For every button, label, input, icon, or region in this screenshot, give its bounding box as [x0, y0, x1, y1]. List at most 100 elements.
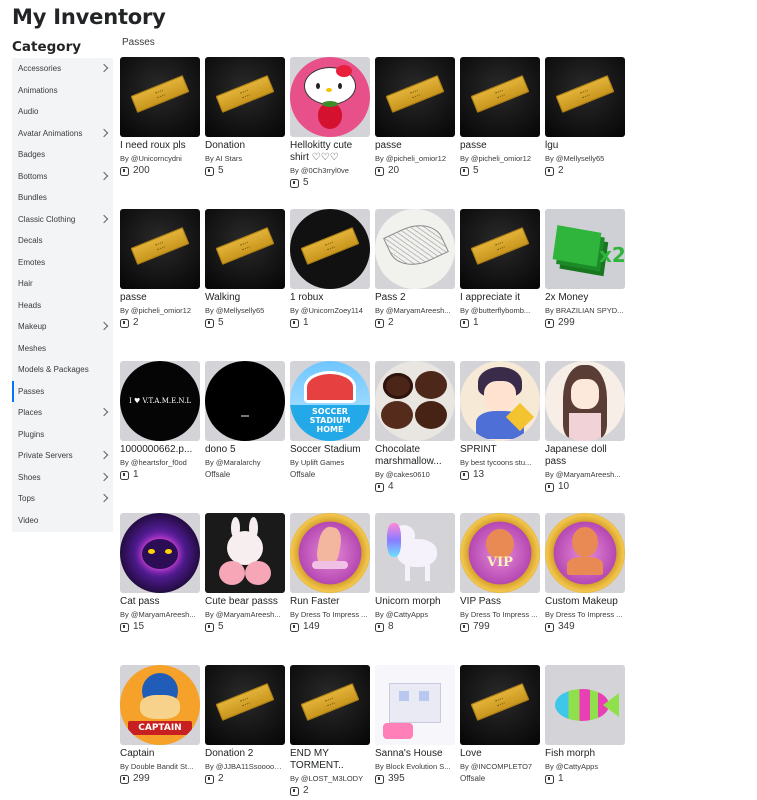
item-thumbnail[interactable]: [460, 665, 540, 745]
creator-name[interactable]: Dress To Impress ...: [471, 610, 538, 619]
creator-name[interactable]: Dress To Impress ...: [301, 610, 368, 619]
item-thumbnail[interactable]: [290, 209, 370, 289]
item-name[interactable]: Donation: [205, 140, 285, 152]
item-card[interactable]: passe By @picheli_omior12 2: [120, 209, 200, 361]
creator-name[interactable]: @MaryamAreesh...: [386, 306, 451, 315]
item-creator[interactable]: By @UnicornZoey114: [290, 305, 370, 316]
creator-name[interactable]: @picheli_omior12: [386, 154, 446, 163]
item-creator[interactable]: By Dress To Impress ...: [545, 609, 625, 620]
item-creator[interactable]: By @CattyApps: [375, 609, 455, 620]
item-card[interactable]: x2 2x Money By BRAZILIAN SPYD... 299: [545, 209, 625, 361]
creator-name[interactable]: Uplift Games: [301, 458, 344, 467]
creator-name[interactable]: @CattyApps: [386, 610, 428, 619]
sidebar-item-meshes[interactable]: Meshes: [12, 338, 113, 360]
sidebar-item-hair[interactable]: Hair: [12, 273, 113, 295]
item-card[interactable]: Cat pass By @MaryamAreesh... 15: [120, 513, 200, 665]
item-card[interactable]: Sanna's House By Block Evolution S... 395: [375, 665, 455, 800]
item-creator[interactable]: By @Mellyselly65: [545, 153, 625, 164]
item-card[interactable]: passe By @picheli_omior12 20: [375, 57, 455, 209]
item-name[interactable]: passe: [120, 292, 200, 304]
item-creator[interactable]: By AI Stars: [205, 153, 285, 164]
creator-name[interactable]: AI Stars: [215, 154, 242, 163]
creator-name[interactable]: @CattyApps: [556, 762, 598, 771]
item-creator[interactable]: By Dress To Impress ...: [460, 609, 540, 620]
item-thumbnail[interactable]: [375, 665, 455, 745]
item-name[interactable]: SPRINT: [460, 444, 540, 456]
sidebar-item-private-servers[interactable]: Private Servers: [12, 445, 113, 467]
item-name[interactable]: Run Faster: [290, 596, 370, 608]
item-thumbnail[interactable]: [205, 57, 285, 137]
item-card[interactable]: VIP VIP Pass By Dress To Impress ... 799: [460, 513, 540, 665]
item-creator[interactable]: By @cakes0610: [375, 469, 455, 480]
item-name[interactable]: VIP Pass: [460, 596, 540, 608]
item-creator[interactable]: By @MaryamAreesh...: [205, 609, 285, 620]
item-thumbnail[interactable]: [375, 513, 455, 593]
item-name[interactable]: Cute bear passs: [205, 596, 285, 608]
item-card[interactable]: I ♥ V.T.A.M.E.N.L 1000000662.p... By @hear…: [120, 361, 200, 513]
item-name[interactable]: Captain: [120, 748, 200, 760]
sidebar-item-makeup[interactable]: Makeup: [12, 316, 113, 338]
item-name[interactable]: Fish morph: [545, 748, 625, 760]
item-creator[interactable]: By @picheli_omior12: [375, 153, 455, 164]
item-creator[interactable]: By Dress To Impress ...: [290, 609, 370, 620]
creator-name[interactable]: BRAZILIAN SPYD...: [556, 306, 624, 315]
item-thumbnail[interactable]: [545, 513, 625, 593]
sidebar-item-heads[interactable]: Heads: [12, 295, 113, 317]
item-creator[interactable]: By Uplift Games: [290, 457, 370, 468]
sidebar-item-audio[interactable]: Audio: [12, 101, 113, 123]
sidebar-item-tops[interactable]: Tops: [12, 488, 113, 510]
sidebar-item-shoes[interactable]: Shoes: [12, 467, 113, 489]
item-creator[interactable]: By @butterflybomb...: [460, 305, 540, 316]
creator-name[interactable]: Block Evolution S...: [386, 762, 451, 771]
item-card[interactable]: I appreciate it By @butterflybomb... 1: [460, 209, 540, 361]
item-card[interactable]: Run Faster By Dress To Impress ... 149: [290, 513, 370, 665]
item-thumbnail[interactable]: [120, 57, 200, 137]
item-card[interactable]: Chocolate marshmallow... By @cakes0610 4: [375, 361, 455, 513]
item-name[interactable]: Chocolate marshmallow...: [375, 444, 455, 468]
item-creator[interactable]: By @Maralarchy: [205, 457, 285, 468]
creator-name[interactable]: @Mellyselly65: [216, 306, 264, 315]
item-creator[interactable]: By @JJBA11Ssooooo_...: [205, 761, 285, 772]
creator-name[interactable]: @MaryamAreesh...: [216, 610, 281, 619]
item-card[interactable]: Japanese doll pass By @MaryamAreesh... 10: [545, 361, 625, 513]
item-card[interactable]: passe By @picheli_omior12 5: [460, 57, 540, 209]
item-creator[interactable]: By @picheli_omior12: [460, 153, 540, 164]
creator-name[interactable]: @JJBA11Ssooooo_...: [216, 762, 285, 771]
item-thumbnail[interactable]: [545, 57, 625, 137]
item-name[interactable]: I appreciate it: [460, 292, 540, 304]
creator-name[interactable]: @butterflybomb...: [471, 306, 530, 315]
item-card[interactable]: Love By @INCOMPLETO7 Offsale: [460, 665, 540, 800]
sidebar-item-models-packages[interactable]: Models & Packages: [12, 359, 113, 381]
item-name[interactable]: 1 robux: [290, 292, 370, 304]
item-card[interactable]: END MY TORMENT.. By @LOST_M3LODY 2: [290, 665, 370, 800]
item-thumbnail[interactable]: [120, 209, 200, 289]
item-thumbnail[interactable]: [460, 57, 540, 137]
item-name[interactable]: Custom Makeup: [545, 596, 625, 608]
sidebar-item-avatar-animations[interactable]: Avatar Animations: [12, 123, 113, 145]
item-creator[interactable]: By BRAZILIAN SPYD...: [545, 305, 625, 316]
item-creator[interactable]: By @MaryamAreesh...: [545, 469, 625, 480]
item-thumbnail[interactable]: CAPTAIN: [120, 665, 200, 745]
item-creator[interactable]: By @INCOMPLETO7: [460, 761, 540, 772]
item-thumbnail[interactable]: [460, 361, 540, 441]
item-creator[interactable]: By best tycoons stu...: [460, 457, 540, 468]
item-name[interactable]: lgu: [545, 140, 625, 152]
item-thumbnail[interactable]: [375, 57, 455, 137]
sidebar-item-accessories[interactable]: Accessories: [12, 58, 113, 80]
item-card[interactable]: Unicorn morph By @CattyApps 8: [375, 513, 455, 665]
item-card[interactable]: Pass 2 By @MaryamAreesh... 2: [375, 209, 455, 361]
item-name[interactable]: END MY TORMENT..: [290, 748, 370, 772]
item-creator[interactable]: By @Unicorncydni: [120, 153, 200, 164]
item-creator[interactable]: By Double Bandit St...: [120, 761, 200, 772]
item-creator[interactable]: By @MaryamAreesh...: [375, 305, 455, 316]
item-thumbnail[interactable]: [205, 513, 285, 593]
item-name[interactable]: passe: [460, 140, 540, 152]
item-card[interactable]: lgu By @Mellyselly65 2: [545, 57, 625, 209]
item-card[interactable]: Custom Makeup By Dress To Impress ... 349: [545, 513, 625, 665]
creator-name[interactable]: @INCOMPLETO7: [471, 762, 532, 771]
item-card[interactable]: CAPTAIN Captain By Double Bandit St... 299: [120, 665, 200, 800]
creator-name[interactable]: @cakes0610: [386, 470, 430, 479]
item-name[interactable]: Soccer Stadium: [290, 444, 370, 456]
item-name[interactable]: Love: [460, 748, 540, 760]
item-thumbnail[interactable]: [205, 361, 285, 441]
